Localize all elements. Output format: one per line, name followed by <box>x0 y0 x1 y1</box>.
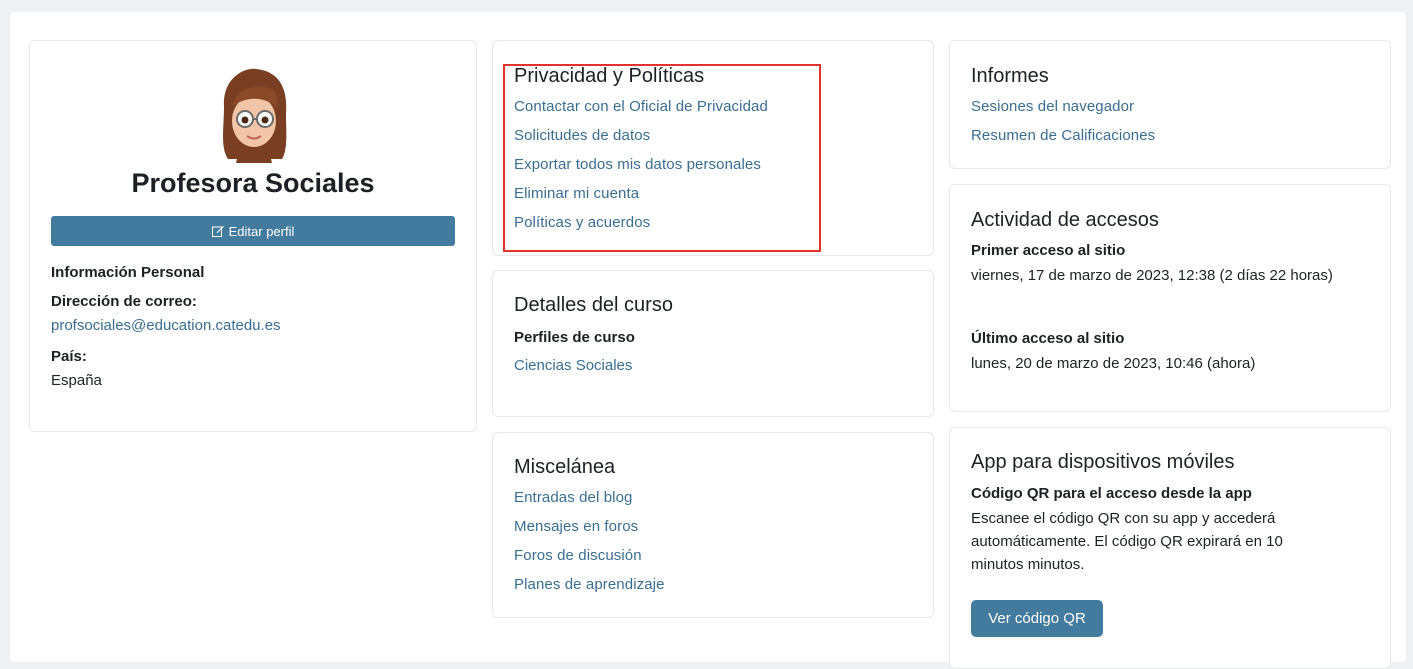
course-profiles-label: Perfiles de curso <box>514 329 635 346</box>
qr-description: Escanee el código QR con su app y accede… <box>971 510 1283 573</box>
blog-entries-link[interactable]: Entradas del blog <box>514 483 665 512</box>
profile-name: Profesora Sociales <box>131 168 375 198</box>
reports-card: Informes Sesiones del navegador Resumen … <box>949 40 1391 169</box>
profile-card: Profesora Sociales Editar perfil Informa… <box>29 40 477 432</box>
privacy-links: Contactar con el Oficial de Privacidad S… <box>514 92 768 237</box>
course-details-card: Detalles del curso Perfiles de curso Cie… <box>492 270 934 417</box>
email-label: Dirección de correo: <box>51 293 197 310</box>
misc-links: Entradas del blog Mensajes en foros Foro… <box>514 483 665 599</box>
misc-card: Miscelánea Entradas del blog Mensajes en… <box>492 432 934 618</box>
privacy-card: Privacidad y Políticas Contactar con el … <box>492 40 934 256</box>
page-container: Profesora Sociales Editar perfil Informa… <box>10 12 1406 669</box>
forum-discussions-link[interactable]: Foros de discusión <box>514 541 665 570</box>
mobile-title: App para dispositivos móviles <box>971 451 1235 473</box>
view-qr-button[interactable]: Ver código QR <box>971 600 1103 637</box>
export-data-link[interactable]: Exportar todos mis datos personales <box>514 150 768 179</box>
reports-links: Sesiones del navegador Resumen de Califi… <box>971 92 1155 150</box>
privacy-title: Privacidad y Políticas <box>514 65 705 87</box>
country-label: País: <box>51 348 87 365</box>
email-link[interactable]: profsociales@education.catedu.es <box>51 317 281 334</box>
course-link[interactable]: Ciencias Sociales <box>514 357 632 374</box>
qr-label: Código QR para el acceso desde la app <box>971 485 1252 502</box>
misc-title: Miscelánea <box>514 456 616 478</box>
edit-icon <box>211 226 224 237</box>
edit-profile-button[interactable]: Editar perfil <box>51 216 455 246</box>
access-activity-card: Actividad de accesos Primer acceso al si… <box>949 184 1391 412</box>
learning-plans-link[interactable]: Planes de aprendizaje <box>514 570 665 599</box>
personal-info-heading: Información Personal <box>51 264 205 281</box>
mobile-app-card: App para dispositivos móviles Código QR … <box>949 427 1391 669</box>
first-access-value: viernes, 17 de marzo de 2023, 12:38 (2 d… <box>971 267 1333 284</box>
access-title: Actividad de accesos <box>971 209 1159 231</box>
forum-posts-link[interactable]: Mensajes en foros <box>514 512 665 541</box>
policies-link[interactable]: Políticas y acuerdos <box>514 208 768 237</box>
delete-account-link[interactable]: Eliminar mi cuenta <box>514 179 768 208</box>
reports-title: Informes <box>971 65 1049 87</box>
data-requests-link[interactable]: Solicitudes de datos <box>514 121 768 150</box>
grades-overview-link[interactable]: Resumen de Calificaciones <box>971 121 1155 150</box>
privacy-officer-link[interactable]: Contactar con el Oficial de Privacidad <box>514 92 768 121</box>
edit-profile-label: Editar perfil <box>228 223 295 239</box>
browser-sessions-link[interactable]: Sesiones del navegador <box>971 92 1155 121</box>
avatar <box>223 68 287 163</box>
last-access-label: Último acceso al sitio <box>971 330 1125 347</box>
first-access-label: Primer acceso al sitio <box>971 242 1126 259</box>
course-details-title: Detalles del curso <box>514 294 673 316</box>
last-access-value: lunes, 20 de marzo de 2023, 10:46 (ahora… <box>971 355 1256 372</box>
country-value: España <box>51 372 102 389</box>
